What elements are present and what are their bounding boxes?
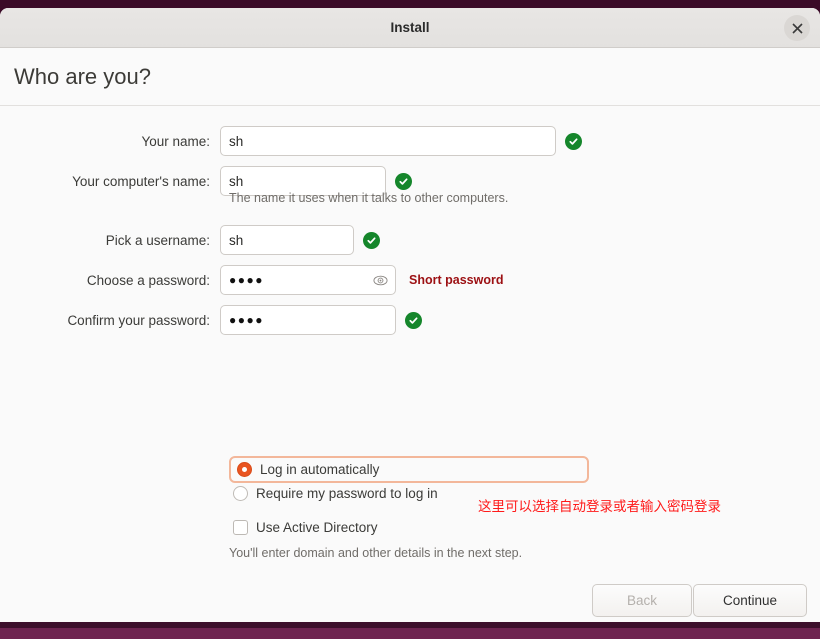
- input-username[interactable]: sh: [220, 225, 354, 255]
- input-password-value: ●●●●: [229, 273, 264, 287]
- input-confirm-password[interactable]: ●●●●: [220, 305, 396, 335]
- label-computer-name: Your computer's name:: [72, 173, 210, 189]
- field-row-password: Choose a password: ●●●● Short password: [0, 265, 503, 295]
- input-password[interactable]: ●●●●: [220, 265, 396, 295]
- close-icon: [791, 22, 803, 34]
- checkbox-use-active-directory-label: Use Active Directory: [256, 520, 378, 535]
- checkbox-unchecked-icon: [233, 520, 248, 535]
- desktop-background-bottom: [0, 628, 820, 639]
- page-title: Who are you?: [14, 63, 151, 89]
- input-confirm-password-value: ●●●●: [229, 313, 264, 327]
- computer-name-hint: The name it uses when it talks to other …: [229, 191, 509, 205]
- radio-require-password[interactable]: Require my password to log in: [233, 486, 438, 501]
- label-password: Choose a password:: [86, 272, 210, 288]
- label-confirm-password: Confirm your password:: [67, 312, 210, 328]
- page-header: Who are you?: [0, 48, 820, 106]
- field-row-username: Pick a username: sh: [0, 225, 380, 255]
- check-circle-icon-computer-name: [395, 172, 412, 190]
- window-titlebar: Install: [0, 8, 820, 48]
- continue-button[interactable]: Continue: [693, 584, 807, 617]
- input-username-value: sh: [229, 232, 244, 248]
- label-username: Pick a username:: [105, 232, 210, 248]
- eye-icon[interactable]: [371, 271, 389, 289]
- page-content: Your name: sh Your computer's name: sh T…: [0, 106, 820, 622]
- check-circle-icon-your-name: [565, 132, 582, 150]
- close-button[interactable]: [784, 15, 810, 41]
- active-directory-hint: You'll enter domain and other details in…: [229, 546, 523, 560]
- annotation-text: 这里可以选择自动登录或者输入密码登录: [478, 499, 721, 515]
- radio-unselected-icon: [233, 486, 248, 501]
- check-circle-icon-confirm-password: [405, 311, 422, 329]
- field-row-confirm-password: Confirm your password: ●●●●: [0, 305, 422, 335]
- input-computer-name-value: sh: [229, 173, 244, 189]
- label-your-name: Your name:: [141, 133, 210, 149]
- checkbox-use-active-directory[interactable]: Use Active Directory: [233, 520, 378, 535]
- radio-log-in-automatically[interactable]: Log in automatically: [229, 456, 589, 483]
- input-your-name[interactable]: sh: [220, 126, 556, 156]
- radio-require-password-label: Require my password to log in: [256, 486, 438, 501]
- back-button[interactable]: Back: [592, 584, 692, 617]
- install-window: Install Who are you? Your name: sh Your …: [0, 8, 820, 622]
- input-your-name-value: sh: [229, 133, 244, 149]
- check-circle-icon-username: [363, 231, 380, 249]
- radio-selected-icon: [237, 462, 252, 477]
- window-title: Install: [390, 20, 430, 35]
- field-row-your-name: Your name: sh: [0, 126, 582, 156]
- radio-log-in-automatically-label: Log in automatically: [260, 462, 380, 477]
- password-warning: Short password: [409, 273, 504, 287]
